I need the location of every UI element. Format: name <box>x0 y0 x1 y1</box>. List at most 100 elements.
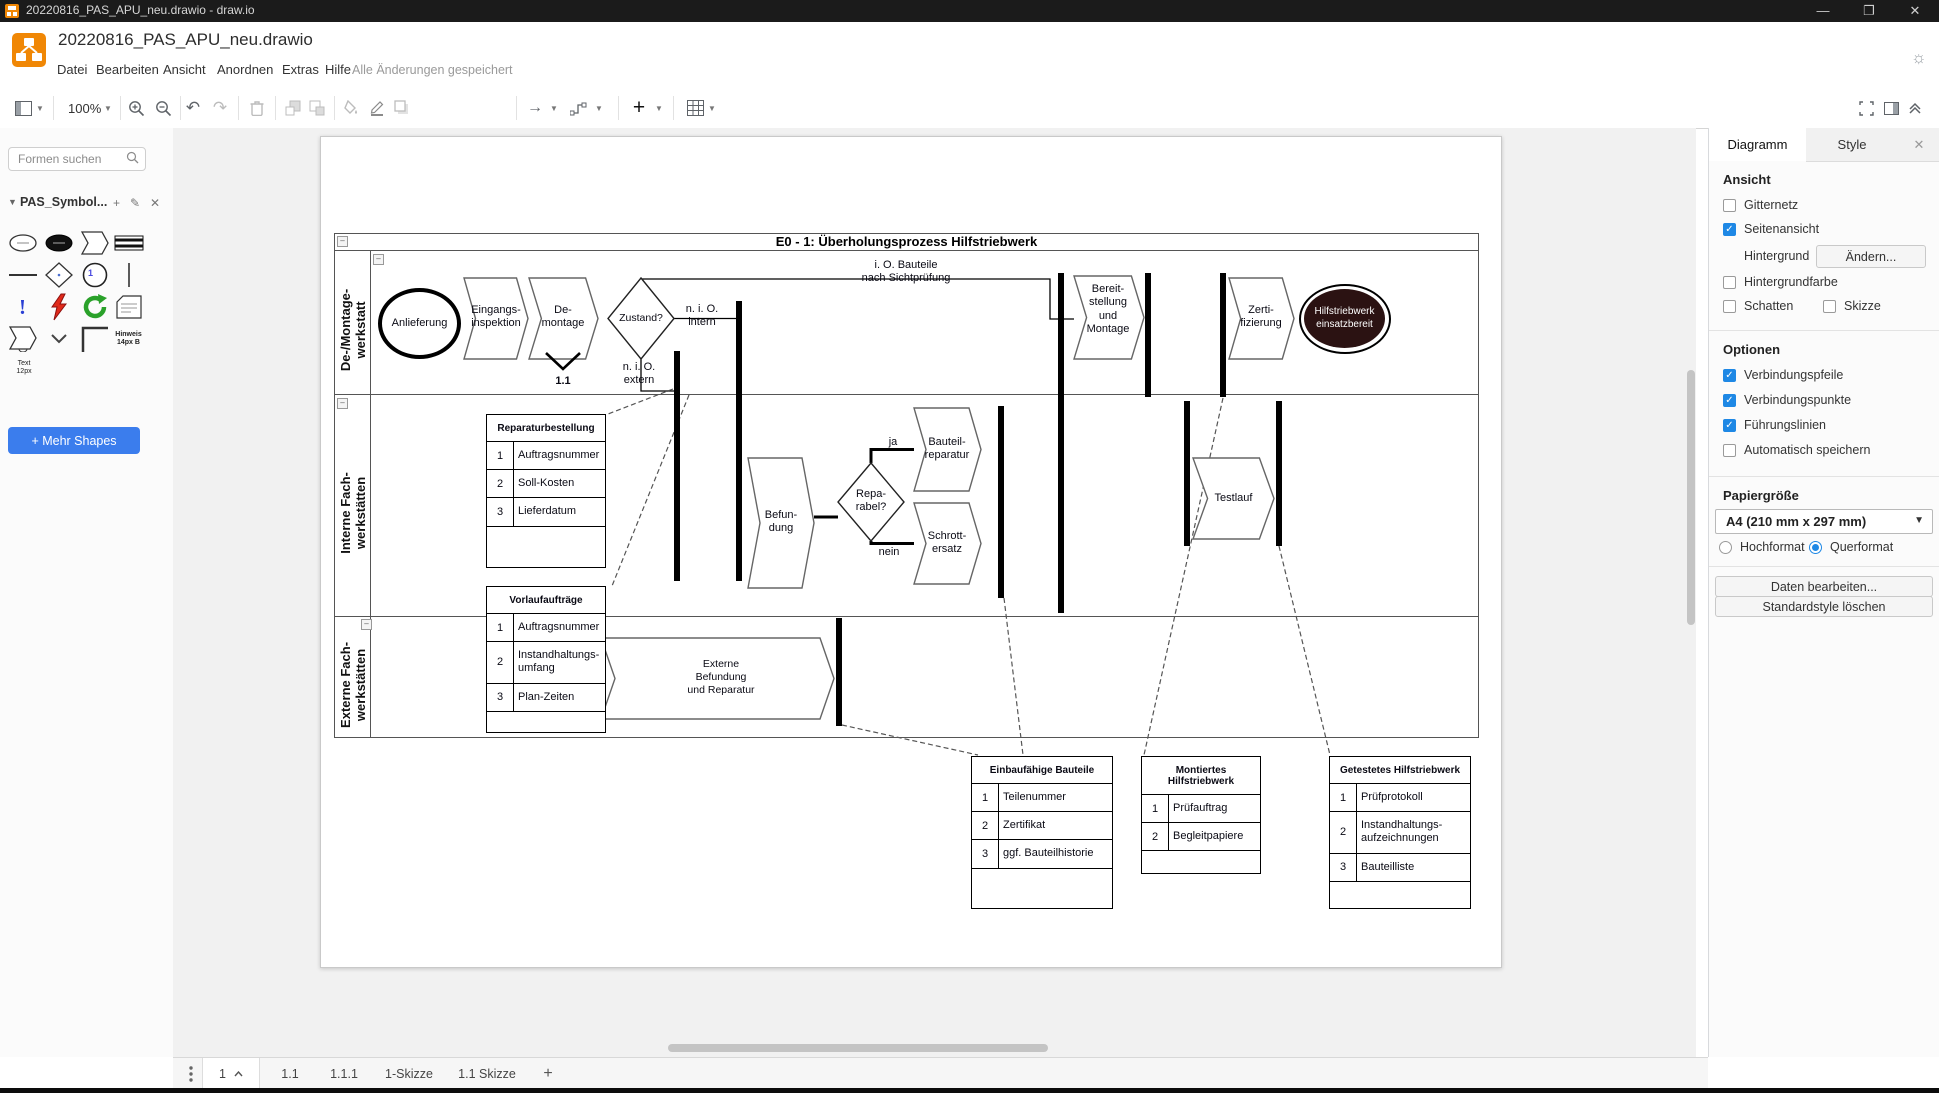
checkbox-icon[interactable] <box>1823 300 1836 313</box>
delete-icon[interactable] <box>246 98 268 118</box>
checkbox-checked-icon[interactable] <box>1723 369 1736 382</box>
checkbox-gitternetz[interactable]: Gitternetz <box>1723 198 1798 212</box>
connection-style-icon[interactable]: → <box>524 98 546 118</box>
collapse-toolbar-icon[interactable] <box>1904 98 1926 118</box>
radio-hochformat[interactable]: Hochformat <box>1719 540 1805 554</box>
nio-intern-label[interactable]: n. i. O. intern <box>679 303 725 330</box>
zoom-out-icon[interactable] <box>152 98 174 118</box>
page-tab-1-1-1[interactable]: 1.1.1 <box>318 1058 370 1089</box>
externe-befundung-label[interactable]: Externe Befundung und Reparatur <box>621 658 821 696</box>
checkbox-seitenansicht[interactable]: Seitenansicht <box>1723 222 1819 236</box>
add-page-button[interactable]: + <box>533 1058 563 1089</box>
theme-toggle-icon[interactable]: ☼ <box>1911 48 1927 68</box>
sync-bar[interactable] <box>1184 401 1190 546</box>
demontage-ref-label[interactable]: 1.1 <box>549 375 577 388</box>
eingangsinspektion-label[interactable]: Eingangs- inspektion <box>467 304 525 331</box>
shape-circular-arrow[interactable] <box>78 292 111 322</box>
sync-bar[interactable] <box>998 406 1004 598</box>
checkbox-verbindungspunkte[interactable]: Verbindungspunkte <box>1723 393 1851 407</box>
more-shapes-button[interactable]: + Mehr Shapes <box>8 427 140 454</box>
page-tab-1-1-skizze[interactable]: 1.1 Skizze <box>448 1058 526 1089</box>
daten-bearbeiten-button[interactable]: Daten bearbeiten... <box>1715 576 1933 597</box>
redo-icon[interactable]: ↷ <box>209 98 231 118</box>
table-montiertes-hilfstriebwerk[interactable]: Montiertes Hilfstriebwerk 1Prüfauftrag 2… <box>1141 756 1261 874</box>
nein-label[interactable]: nein <box>871 546 907 559</box>
shape-chevron-down[interactable] <box>42 324 75 354</box>
nio-extern-label[interactable]: n. i. O. extern <box>616 361 662 388</box>
checkbox-icon[interactable] <box>1723 199 1736 212</box>
aendern-button[interactable]: Ändern... <box>1816 245 1926 268</box>
shape-step[interactable] <box>78 228 111 258</box>
horizontal-scrollbar[interactable] <box>668 1044 1048 1052</box>
shape-vertical-line[interactable] <box>112 260 145 290</box>
radio-querformat[interactable]: Querformat <box>1809 540 1893 554</box>
connection-caret-icon[interactable]: ▼ <box>550 104 558 113</box>
bauteilreparatur-label[interactable]: Bauteil- reparatur <box>918 436 976 463</box>
shape-lightning[interactable] <box>42 292 75 322</box>
paper-size-select[interactable]: A4 (210 mm x 297 mm) ▼ <box>1715 509 1933 534</box>
page-tab-1-1[interactable]: 1.1 <box>268 1058 312 1089</box>
shape-line[interactable] <box>6 260 39 290</box>
page-tab-1-skizze[interactable]: 1-Skizze <box>376 1058 442 1089</box>
checkbox-checked-icon[interactable] <box>1723 223 1736 236</box>
checkbox-verbindungspfeile[interactable]: Verbindungspfeile <box>1723 368 1843 382</box>
to-front-icon[interactable] <box>282 98 304 118</box>
maximize-button[interactable]: ❐ <box>1852 0 1886 22</box>
sync-bar[interactable] <box>674 351 680 581</box>
close-button[interactable]: ✕ <box>1898 0 1932 22</box>
reparabel-label[interactable]: Repa- rabel? <box>841 488 901 515</box>
befundung-label[interactable]: Befun- dung <box>751 509 811 536</box>
checkbox-skizze[interactable]: Skizze <box>1823 299 1881 313</box>
checkbox-icon[interactable] <box>1723 444 1736 457</box>
search-input[interactable] <box>16 151 130 167</box>
shape-diamond[interactable] <box>42 260 75 290</box>
shape-section-header[interactable]: ▼ PAS_Symbol... + ✎ ✕ <box>0 194 173 216</box>
shape-text-label[interactable]: Text 12px <box>14 360 34 377</box>
sync-bar[interactable] <box>836 618 842 726</box>
table-reparaturbestellung[interactable]: Reparaturbestellung 1Auftragsnummer 2Sol… <box>486 414 606 568</box>
section-caret-icon[interactable]: ▼ <box>8 197 17 207</box>
shape-numbered-circle[interactable]: 1 <box>78 260 111 290</box>
menu-extras[interactable]: Extras <box>282 62 319 77</box>
io-bauteile-label[interactable]: i. O. Bauteile nach Sichtprüfung <box>839 259 973 286</box>
shape-ellipse-filled[interactable] <box>42 228 75 258</box>
diagram-page[interactable]: E0 - 1: Überholungsprozess Hilfstriebwer… <box>320 136 1502 968</box>
menu-datei[interactable]: Datei <box>57 62 87 77</box>
start-ellipse-anlieferung[interactable]: Anlieferung <box>378 288 461 359</box>
shape-ellipse[interactable] <box>6 228 39 258</box>
checkbox-hintergrundfarbe[interactable]: Hintergrundfarbe <box>1723 275 1838 289</box>
checkbox-checked-icon[interactable] <box>1723 419 1736 432</box>
end-ellipse-einsatzbereit[interactable]: Hilfstriebwerk einsatzbereit <box>1299 284 1391 354</box>
radio-selected-icon[interactable] <box>1809 541 1822 554</box>
menu-anordnen[interactable]: Anordnen <box>217 62 273 77</box>
ja-label[interactable]: ja <box>879 436 907 449</box>
fullscreen-icon[interactable] <box>1855 98 1877 118</box>
zustand-label[interactable]: Zustand? <box>610 312 672 325</box>
zoom-in-icon[interactable] <box>125 98 147 118</box>
section-edit-icon[interactable]: ✎ <box>130 196 140 210</box>
search-icon[interactable] <box>126 151 139 164</box>
sync-bar[interactable] <box>1220 273 1226 397</box>
sync-bar[interactable] <box>1145 273 1151 397</box>
menu-bearbeiten[interactable]: Bearbeiten <box>96 62 159 77</box>
menu-hilfe[interactable]: Hilfe <box>325 62 351 77</box>
waypoints-icon[interactable] <box>567 98 589 118</box>
insert-icon[interactable]: + <box>628 98 650 118</box>
undo-icon[interactable]: ↶ <box>182 98 204 118</box>
line-color-icon[interactable] <box>366 98 388 118</box>
checkbox-icon[interactable] <box>1723 300 1736 313</box>
bereitstellung-label[interactable]: Bereit- stellung und Montage <box>1077 283 1139 337</box>
waypoints-caret-icon[interactable]: ▼ <box>595 104 603 113</box>
table-getestetes-hilfstriebwerk[interactable]: Getestetes Hilfstriebwerk 1Prüfprotokoll… <box>1329 756 1471 909</box>
shape-striped-bar[interactable] <box>112 228 145 258</box>
sync-bar[interactable] <box>736 301 742 581</box>
shape-exclamation[interactable]: ! <box>6 292 39 322</box>
view-panels-button[interactable] <box>12 98 34 118</box>
table-caret-icon[interactable]: ▼ <box>708 104 716 113</box>
zertifizierung-label[interactable]: Zerti- fizierung <box>1231 304 1291 331</box>
demontage-label[interactable]: De- montage <box>533 304 593 331</box>
view-panels-caret-icon[interactable]: ▼ <box>36 104 44 113</box>
checkbox-fuehrungslinien[interactable]: Führungslinien <box>1723 418 1826 432</box>
fill-color-icon[interactable] <box>340 98 362 118</box>
zoom-level-dropdown[interactable]: 100% <box>68 101 101 116</box>
